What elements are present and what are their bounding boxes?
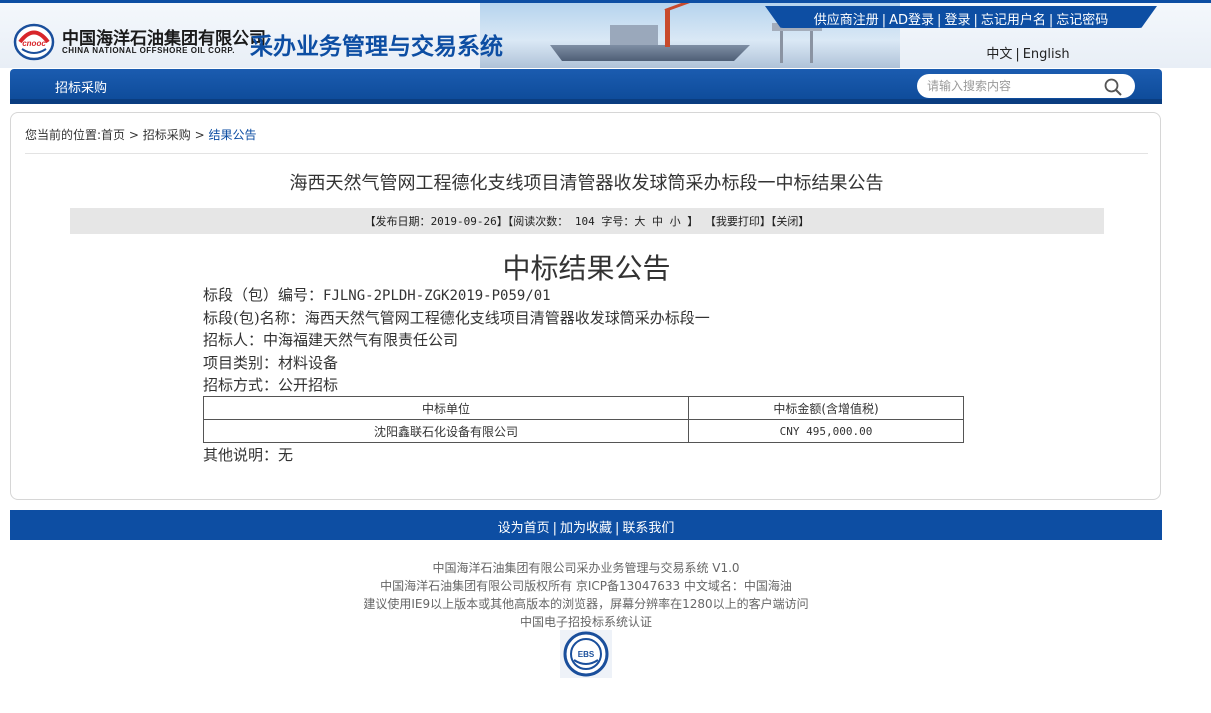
ship-hull-graphic (550, 45, 750, 61)
article-meta-bar: 【发布日期：2019-09-26】【阅读次数： 104 字号：大 中 小 】 【… (70, 208, 1104, 234)
contact-us-link[interactable]: 联系我们 (622, 521, 674, 536)
divider (25, 153, 1148, 154)
field-value: 材料设备 (278, 354, 339, 372)
font-size-medium[interactable]: 中 (652, 215, 663, 228)
footer-copyright: 中国海洋石油集团有限公司版权所有 京ICP备13047633 中文域名：中国海油 (380, 579, 792, 593)
nav-bottom-border (10, 99, 1162, 104)
breadcrumb-result-notice[interactable]: 结果公告 (208, 128, 256, 142)
crane-graphic (665, 9, 670, 47)
separator: | (615, 521, 620, 536)
footer-links: 设为首页 | 加为收藏 | 联系我们 (10, 517, 1162, 536)
separator: | (973, 13, 978, 28)
set-homepage-link[interactable]: 设为首页 (498, 521, 550, 536)
system-title: 采办业务管理与交易系统 (250, 34, 503, 60)
forgot-password-link[interactable]: 忘记密码 (1056, 13, 1108, 28)
field-value: 中海福建天然气有限责任公司 (263, 331, 459, 349)
field-value: 海西天然气管网工程德化支线项目清管器收发球筒采办标段一 (304, 309, 710, 327)
separator: | (937, 13, 942, 28)
login-link[interactable]: 登录 (944, 13, 970, 28)
field-label: 招标人： (203, 331, 264, 349)
ebs-certification-badge[interactable]: EBS (560, 630, 612, 678)
field-other-notes: 其他说明：无 (203, 444, 293, 465)
breadcrumb-separator: > (190, 128, 209, 142)
cnooc-logo: cnooc (13, 23, 55, 61)
forgot-username-link[interactable]: 忘记用户名 (981, 13, 1046, 28)
table-cell-winner: 沈阳鑫联石化设备有限公司 (203, 419, 689, 443)
breadcrumb-separator: > (125, 128, 143, 142)
separator: | (552, 521, 557, 536)
font-size-close: 】 (687, 215, 699, 228)
content-panel: 您当前的位置:首页 > 招标采购 > 结果公告 海西天然气管网工程德化支线项目清… (10, 112, 1161, 500)
field-label: 招标方式： (203, 376, 279, 394)
separator: | (1048, 13, 1054, 28)
add-favorite-link[interactable]: 加为收藏 (560, 521, 612, 536)
field-value: FJLNG-2PLDH-ZGK2019-P059/01 (323, 288, 551, 304)
field-label: 标段（包）编号： (203, 286, 324, 304)
search-icon[interactable] (1103, 77, 1123, 97)
nav-item-tender-procurement[interactable]: 招标采购 (55, 77, 107, 96)
search-input[interactable] (927, 77, 1097, 95)
font-size-label: 字号： (601, 215, 635, 228)
badge-text: EBS (578, 650, 595, 659)
field-value: 公开招标 (278, 376, 339, 394)
language-switcher: 中文 | English (960, 43, 1096, 62)
field-tenderer: 招标人：中海福建天然气有限责任公司 (203, 329, 458, 350)
font-size-small[interactable]: 小 (670, 215, 681, 228)
lang-chinese-link[interactable]: 中文 (986, 47, 1012, 62)
field-method: 招标方式：公开招标 (203, 374, 338, 395)
breadcrumb-tender[interactable]: 招标采购 (143, 128, 191, 142)
top-links: 供应商注册 | AD登录 | 登录 | 忘记用户名 | 忘记密码 (765, 9, 1157, 28)
read-count: 104 (574, 215, 595, 228)
result-table: 中标单位 中标金额(含增值税) 沈阳鑫联石化设备有限公司 CNY 495,000… (203, 396, 964, 443)
ship-deck-graphic (610, 25, 658, 45)
field-value: 无 (278, 446, 294, 464)
footer-browser-notice: 建议使用IE9以上版本或其他高版本的浏览器，屏幕分辨率在1280以上的客户端访问 (363, 597, 809, 611)
table-cell-amount: CNY 495,000.00 (688, 419, 964, 443)
publish-date: 2019-09-26 (430, 215, 497, 228)
crane-arm-graphic (664, 3, 722, 12)
company-name-en: CHINA NATIONAL OFFSHORE OIL CORP. (62, 46, 235, 55)
field-label: 项目类别： (203, 354, 279, 372)
article-title: 海西天然气管网工程德化支线项目清管器收发球筒采办标段一中标结果公告 (289, 173, 884, 194)
breadcrumb-prefix: 您当前的位置: (25, 128, 102, 142)
separator: | (1015, 47, 1020, 62)
search-box (917, 74, 1135, 98)
print-button[interactable]: 【我要打印】 (705, 215, 771, 228)
publish-date-label: 【发布日期： (364, 215, 431, 228)
field-label: 其他说明： (203, 446, 279, 464)
article-meta: 【发布日期：2019-09-26】【阅读次数： 104 字号：大 中 小 】 【… (70, 213, 1104, 229)
table-header-winner: 中标单位 (203, 396, 689, 420)
main-nav: 招标采购 (10, 69, 1162, 103)
separator: | (881, 13, 887, 28)
footer-bar: 设为首页 | 加为收藏 | 联系我们 (10, 510, 1162, 540)
table-header-row: 中标单位 中标金额(含增值税) (203, 396, 964, 420)
breadcrumb-home[interactable]: 首页 (101, 128, 125, 142)
footer-system-version: 中国海洋石油集团有限公司采办业务管理与交易系统 V1.0 (432, 561, 740, 575)
field-category: 项目类别：材料设备 (203, 352, 338, 373)
field-section-name: 标段(包)名称：海西天然气管网工程德化支线项目清管器收发球筒采办标段一 (203, 307, 710, 328)
font-size-large[interactable]: 大 (634, 215, 645, 228)
header: cnooc 中国海洋石油集团有限公司 CHINA NATIONAL OFFSHO… (0, 0, 1211, 68)
logo-text: cnooc (22, 39, 46, 48)
page: cnooc 中国海洋石油集团有限公司 CHINA NATIONAL OFFSHO… (0, 0, 1211, 713)
footer-certification: 中国电子招投标系统认证 (519, 615, 652, 629)
field-section-no: 标段（包）编号：FJLNG-2PLDH-ZGK2019-P059/01 (203, 284, 551, 305)
read-count-label: 】【阅读次数： (496, 215, 569, 228)
close-button[interactable]: 【关闭】 (771, 215, 810, 228)
supplier-register-link[interactable]: 供应商注册 (814, 13, 879, 28)
lang-english-link[interactable]: English (1023, 47, 1070, 62)
table-header-amount: 中标金额(含增值税) (688, 396, 964, 420)
notice-heading: 中标结果公告 (502, 252, 671, 285)
ad-login-link[interactable]: AD登录 (889, 13, 934, 28)
table-row: 沈阳鑫联石化设备有限公司 CNY 495,000.00 (203, 419, 964, 443)
field-label: 标段(包)名称： (203, 309, 305, 327)
breadcrumb: 您当前的位置:首页 > 招标采购 > 结果公告 (25, 126, 256, 143)
